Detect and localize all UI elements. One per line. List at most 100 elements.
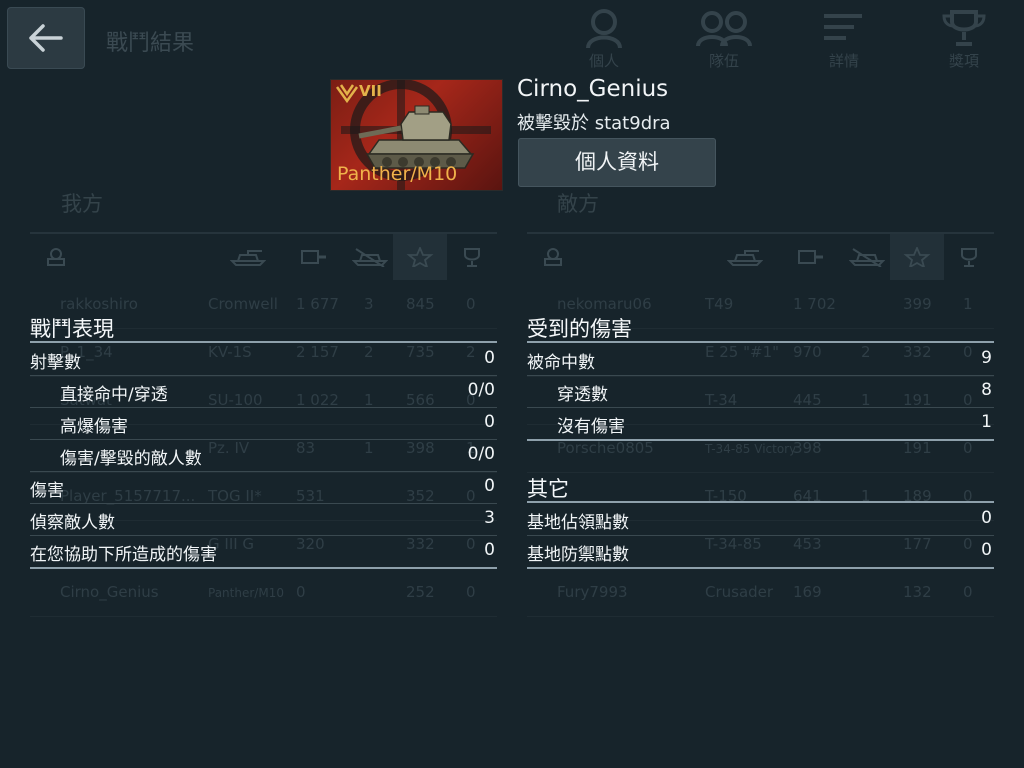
player-name: Cirno_Genius [517, 76, 669, 102]
damage-column-icon [798, 250, 823, 264]
enemy-team-title: 敵方 [557, 192, 599, 216]
stat-value: 8 [981, 380, 992, 400]
stat-value: 0 [484, 476, 495, 496]
tank-cell: Cromwell [208, 295, 278, 313]
team-row: Fury7993 Crusader 169 132 0 [527, 569, 994, 617]
back-button[interactable] [7, 7, 85, 69]
trophy-icon [942, 10, 986, 46]
stat-label: 在您協助下所造成的傷害 [30, 545, 217, 565]
tab-awards-label: 獎項 [948, 52, 979, 70]
tab-team-label: 隊伍 [708, 52, 739, 70]
stat-value: 0 [484, 348, 495, 368]
stat-value: 0/0 [467, 444, 495, 464]
damage-cell: 1 702 [793, 295, 836, 313]
tab-details-label: 詳情 [828, 52, 859, 70]
damage-column-icon [301, 250, 326, 264]
tank-card: VII Panther/M10 [330, 79, 503, 191]
tank-column-icon [727, 250, 763, 266]
stat-row: 在您協助下所造成的傷害 0 [30, 535, 497, 569]
stat-value: 0 [981, 508, 992, 528]
stat-label: 傷害 [30, 481, 64, 501]
enemy-column-header [527, 232, 994, 282]
stat-row: 傷害/擊毀的敵人數 0/0 [30, 439, 497, 472]
tank-tier: VII [359, 82, 382, 100]
stat-label: 偵察敵人數 [30, 513, 115, 533]
other-title: 其它 [527, 477, 569, 501]
player-cell: Fury7993 [557, 583, 628, 601]
player-icon [586, 9, 622, 48]
team-icon [696, 11, 752, 47]
xp-cell: 845 [406, 295, 435, 313]
killed-by-text: 被擊毀於 stat9dra [517, 113, 671, 134]
stat-row: 偵察敵人數 3 [30, 503, 497, 536]
award-cell: 0 [963, 439, 973, 457]
trophy-column-icon [961, 248, 977, 267]
ally-column-header [30, 232, 497, 282]
tab-personal-label: 個人 [588, 52, 619, 70]
tab-personal[interactable]: 個人 [564, 8, 644, 78]
tank-cell: Panther/M10 [208, 586, 284, 600]
stat-row: 基地佔領點數 0 [527, 503, 994, 536]
stat-row: 直接命中/穿透 0/0 [30, 375, 497, 408]
stat-row: 傷害 0 [30, 471, 497, 504]
kills-cell: 3 [364, 295, 374, 313]
tank-column-icon [230, 250, 266, 266]
stat-value: 9 [981, 348, 992, 368]
stat-label: 射擊數 [30, 353, 81, 373]
stat-label: 沒有傷害 [557, 417, 625, 437]
ally-team-title: 我方 [61, 192, 103, 216]
tab-details[interactable]: 詳情 [804, 8, 884, 78]
stat-label: 基地佔領點數 [527, 513, 629, 533]
player-cell: nekomaru06 [557, 295, 652, 313]
award-cell: 0 [963, 583, 973, 601]
star-column-icon [903, 247, 931, 267]
award-cell: 0 [466, 583, 476, 601]
stat-label: 高爆傷害 [60, 417, 128, 437]
stat-row: 基地防禦點數 0 [527, 535, 994, 569]
tank-cell: Crusader [705, 583, 774, 601]
trophy-column-icon [464, 248, 480, 267]
xp-cell: 252 [406, 583, 435, 601]
stat-label: 穿透數 [557, 385, 608, 405]
kills-column-icon [352, 248, 388, 267]
stat-row: 被命中數 9 [527, 343, 994, 376]
stat-label: 直接命中/穿透 [60, 385, 168, 405]
damage-received-title: 受到的傷害 [527, 317, 632, 341]
tab-awards[interactable]: 獎項 [924, 8, 1004, 78]
screen-title: 戰鬥結果 [106, 31, 195, 56]
stat-value: 0/0 [467, 380, 495, 400]
tank-silhouette [358, 105, 475, 169]
player-cell: rakkoshiro [60, 295, 138, 313]
player-column-icon [47, 248, 65, 266]
damage-cell: 0 [296, 583, 306, 601]
xp-cell: 191 [903, 439, 932, 457]
xp-cell: 132 [903, 583, 932, 601]
award-cell: 0 [466, 295, 476, 313]
stat-row: 高爆傷害 0 [30, 407, 497, 440]
stat-label: 被命中數 [527, 353, 595, 373]
star-column-icon [406, 247, 434, 267]
stat-value: 1 [981, 412, 992, 432]
tab-team[interactable]: 隊伍 [684, 8, 764, 78]
stat-value: 0 [484, 540, 495, 560]
arrow-left-icon [29, 24, 63, 52]
tank-cell: T49 [705, 295, 734, 313]
tank-name: Panther/M10 [337, 163, 458, 185]
tier-badge-icon [335, 84, 359, 104]
tank-cell: T-34-85 Victory [705, 442, 797, 456]
player-cell: Cirno_Genius [60, 583, 159, 601]
team-row: Cirno_Genius Panther/M10 0 252 0 [30, 569, 497, 617]
battle-performance-title: 戰鬥表現 [30, 317, 114, 341]
damage-cell: 1 677 [296, 295, 339, 313]
stat-label: 基地防禦點數 [527, 545, 629, 565]
xp-cell: 399 [903, 295, 932, 313]
stat-row: 穿透數 8 [527, 375, 994, 408]
player-cell: Porsche0805 [557, 439, 654, 457]
award-cell: 1 [963, 295, 973, 313]
stat-row: 射擊數 0 [30, 343, 497, 376]
damage-cell: 169 [793, 583, 822, 601]
stat-value: 0 [484, 412, 495, 432]
profile-button[interactable]: 個人資料 [518, 138, 716, 187]
kills-column-icon [849, 248, 885, 267]
details-icon [824, 14, 862, 40]
